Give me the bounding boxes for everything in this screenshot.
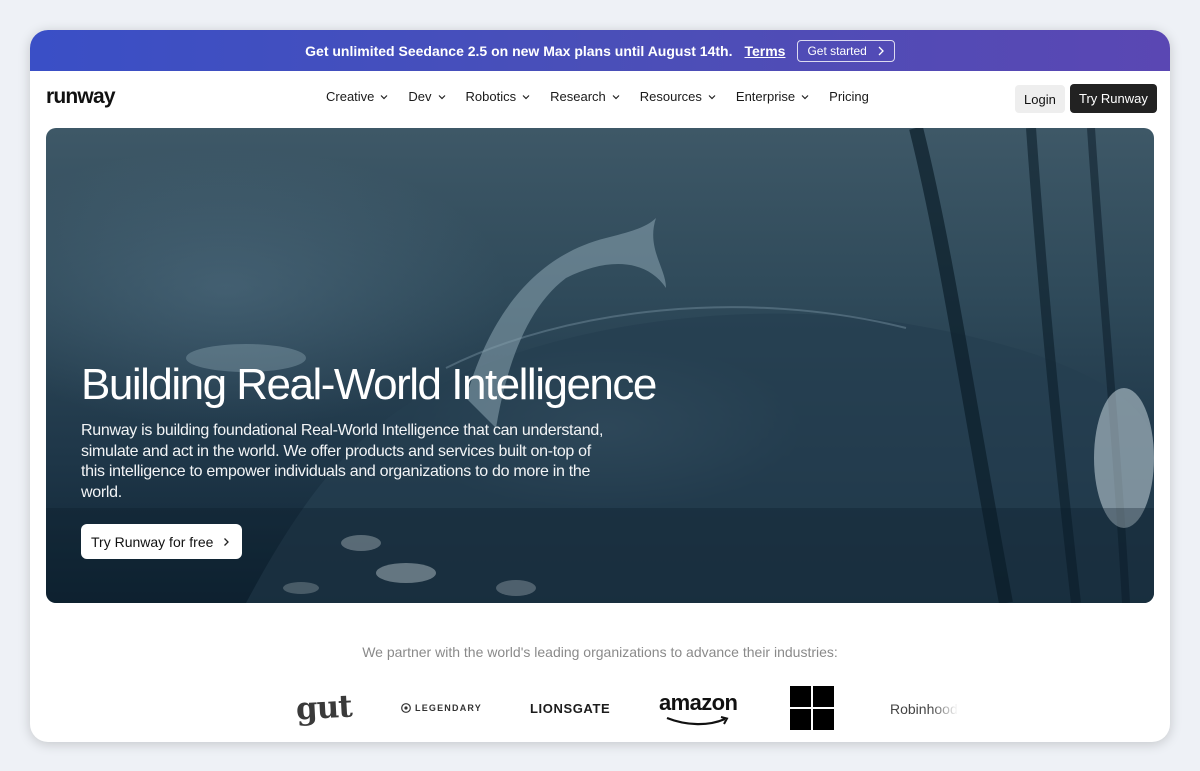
- microsoft-logo-icon: [790, 686, 834, 730]
- browser-window: Get unlimited Seedance 2.5 on new Max pl…: [30, 30, 1170, 742]
- chevron-down-icon: [522, 94, 530, 99]
- try-runway-free-button[interactable]: Try Runway for free: [81, 524, 243, 559]
- login-button[interactable]: Login: [1015, 85, 1065, 113]
- menu-item-research[interactable]: Research: [550, 89, 620, 104]
- chevron-down-icon: [380, 94, 388, 99]
- legendary-wordmark: LEGENDARY: [415, 703, 482, 713]
- menu-item-creative[interactable]: Creative: [326, 89, 388, 104]
- top-navigation: runway Creative Dev Robotics Research Re…: [30, 71, 1170, 128]
- amazon-wordmark: amazon: [659, 690, 738, 715]
- menu-item-label: Dev: [408, 89, 432, 104]
- main-menu: Creative Dev Robotics Research Resources…: [326, 89, 869, 104]
- chevron-down-icon: [438, 94, 445, 99]
- menu-item-resources[interactable]: Resources: [640, 89, 716, 104]
- chevron-down-icon: [612, 94, 620, 99]
- partners-heading: We partner with the world's leading orga…: [362, 644, 838, 660]
- legendary-logo: LEGENDARY: [401, 703, 482, 713]
- try-runway-button[interactable]: Try Runway: [1070, 84, 1157, 113]
- menu-item-label: Research: [550, 89, 606, 104]
- chevron-right-icon: [224, 537, 230, 546]
- menu-item-label: Robotics: [465, 89, 517, 104]
- amazon-logo: amazon: [659, 690, 738, 726]
- menu-item-dev[interactable]: Dev: [408, 89, 445, 104]
- announcement-text: Get unlimited Seedance 2.5 on new Max pl…: [305, 42, 733, 59]
- robinhood-logo: Robinhood: [890, 701, 958, 717]
- get-started-button[interactable]: Get started: [797, 39, 895, 62]
- announcement-bar: Get unlimited Seedance 2.5 on new Max pl…: [30, 30, 1170, 71]
- hero-title: Building Real-World Intelligence: [81, 360, 657, 409]
- gut-logo: gut: [295, 688, 353, 728]
- terms-link[interactable]: Terms: [744, 43, 785, 59]
- menu-item-label: Pricing: [829, 89, 869, 104]
- chevron-down-icon: [708, 94, 716, 99]
- get-started-label: Get started: [807, 43, 867, 58]
- amazon-smile-icon: [666, 716, 729, 726]
- menu-item-enterprise[interactable]: Enterprise: [736, 89, 809, 104]
- hero-banner: Building Real-World Intelligence Runway …: [46, 128, 1154, 603]
- runway-logo[interactable]: runway: [46, 85, 116, 109]
- menu-item-label: Enterprise: [735, 89, 796, 104]
- lionsgate-logo: LIONSGATE: [530, 701, 611, 716]
- chevron-down-icon: [801, 94, 809, 99]
- legendary-emblem-icon: [401, 703, 411, 713]
- chevron-right-icon: [878, 46, 884, 55]
- menu-item-label: Resources: [639, 89, 702, 104]
- menu-item-pricing[interactable]: Pricing: [829, 89, 869, 104]
- hero-description: Runway is building foundational Real-Wor…: [81, 422, 604, 501]
- menu-item-label: Creative: [326, 89, 375, 104]
- partner-logos: gut LEGENDARY LIONSGATE amazon Robinhood: [30, 684, 1170, 734]
- try-runway-free-label: Try Runway for free: [91, 533, 214, 550]
- menu-item-robotics[interactable]: Robotics: [466, 89, 531, 104]
